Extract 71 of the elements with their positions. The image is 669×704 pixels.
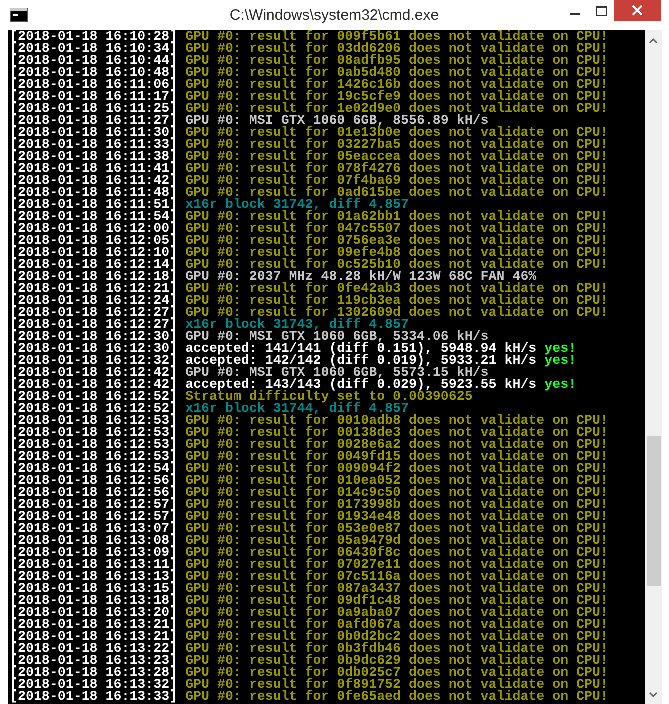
log-timestamp: [2018-01-18 16:11:17] [10, 89, 178, 104]
log-timestamp: [2018-01-18 16:12:56] [10, 473, 178, 488]
scroll-up-icon[interactable] [649, 38, 658, 44]
log-timestamp: [2018-01-18 16:10:34] [10, 41, 178, 56]
log-timestamp: [2018-01-18 16:11:54] [10, 209, 178, 224]
log-timestamp: [2018-01-18 16:12:54] [10, 461, 178, 476]
log-timestamp: [2018-01-18 16:10:48] [10, 65, 178, 80]
log-timestamp: [2018-01-18 16:12:21] [10, 281, 178, 296]
scroll-down-icon[interactable] [649, 692, 658, 698]
log-timestamp: [2018-01-18 16:12:53] [10, 413, 178, 428]
log-timestamp: [2018-01-18 16:12:10] [10, 245, 178, 260]
log-timestamp: [2018-01-18 16:12:27] [10, 317, 178, 332]
log-timestamp: [2018-01-18 16:11:38] [10, 149, 178, 164]
log-message: x16r block 31743, diff 4.857 [186, 317, 409, 332]
log-timestamp: [2018-01-18 16:11:42] [10, 173, 178, 188]
log-timestamp: [2018-01-18 16:13:20] [10, 605, 178, 620]
log-timestamp: [2018-01-18 16:13:18] [10, 593, 178, 608]
window-title: C:\Windows\system32\cmd.exe [230, 7, 440, 24]
log-timestamp: [2018-01-18 16:12:32] [10, 353, 178, 368]
log-timestamp: [2018-01-18 16:12:30] [10, 329, 178, 344]
maximize-icon [596, 6, 606, 16]
log-timestamp: [2018-01-18 16:10:44] [10, 53, 178, 68]
log-timestamp: [2018-01-18 16:13:22] [10, 641, 178, 656]
log-timestamp: [2018-01-18 16:12:00] [10, 221, 178, 236]
log-timestamp: [2018-01-18 16:12:30] [10, 341, 178, 356]
log-timestamp: [2018-01-18 16:11:33] [10, 137, 178, 152]
log-timestamp: [2018-01-18 16:12:53] [10, 425, 178, 440]
log-timestamp: [2018-01-18 16:12:53] [10, 437, 178, 452]
log-timestamp: [2018-01-18 16:12:53] [10, 449, 178, 464]
log-timestamp: [2018-01-18 16:13:15] [10, 581, 178, 596]
scrollbar[interactable] [645, 30, 662, 704]
scroll-thumb[interactable] [646, 436, 660, 586]
log-timestamp: [2018-01-18 16:13:09] [10, 545, 178, 560]
close-icon [632, 5, 643, 16]
log-message: GPU #0: result for 0fe65aed does not validate on CPU! [186, 689, 608, 704]
log-timestamp: [2018-01-18 16:10:28] [10, 30, 178, 44]
log-timestamp: [2018-01-18 16:13:28] [10, 665, 178, 680]
log-timestamp: [2018-01-18 16:12:05] [10, 233, 178, 248]
log-timestamp: [2018-01-18 16:11:48] [10, 185, 178, 200]
log-timestamp: [2018-01-18 16:13:13] [10, 569, 178, 584]
log-timestamp: [2018-01-18 16:13:21] [10, 617, 178, 632]
status-text: yes! [544, 341, 577, 356]
close-button[interactable] [614, 0, 661, 21]
log-timestamp: [2018-01-18 16:12:52] [10, 401, 178, 416]
log-timestamp: [2018-01-18 16:11:25] [10, 101, 178, 116]
terminal-icon [10, 8, 28, 22]
log-timestamp: [2018-01-18 16:11:06] [10, 77, 178, 92]
log-timestamp: [2018-01-18 16:13:21] [10, 629, 178, 644]
log-timestamp: [2018-01-18 16:11:27] [10, 113, 178, 128]
log-timestamp: [2018-01-18 16:12:42] [10, 365, 178, 380]
log-timestamp: [2018-01-18 16:13:33] [10, 689, 178, 704]
log-timestamp: [2018-01-18 16:13:23] [10, 653, 178, 668]
log-timestamp: [2018-01-18 16:12:18] [10, 269, 178, 284]
log-timestamp: [2018-01-18 16:13:11] [10, 557, 178, 572]
status-text: yes! [544, 377, 577, 392]
minimize-icon [570, 13, 580, 15]
log-timestamp: [2018-01-18 16:12:57] [10, 497, 178, 512]
log-timestamp: [2018-01-18 16:12:14] [10, 257, 178, 272]
log-timestamp: [2018-01-18 16:12:42] [10, 377, 178, 392]
log-timestamp: [2018-01-18 16:12:24] [10, 293, 178, 308]
log-timestamp: [2018-01-18 16:12:27] [10, 305, 178, 320]
log-timestamp: [2018-01-18 16:11:41] [10, 161, 178, 176]
log-timestamp: [2018-01-18 16:13:07] [10, 521, 178, 536]
log-timestamp: [2018-01-18 16:12:56] [10, 485, 178, 500]
log-message: x16r block 31742, diff 4.857 [186, 197, 409, 212]
log-timestamp: [2018-01-18 16:13:32] [10, 677, 178, 692]
log-timestamp: [2018-01-18 16:11:30] [10, 125, 178, 140]
log-timestamp: [2018-01-18 16:12:57] [10, 509, 178, 524]
log-timestamp: [2018-01-18 16:11:51] [10, 197, 178, 212]
log-timestamp: [2018-01-18 16:12:52] [10, 389, 178, 404]
log-timestamp: [2018-01-18 16:13:08] [10, 533, 178, 548]
